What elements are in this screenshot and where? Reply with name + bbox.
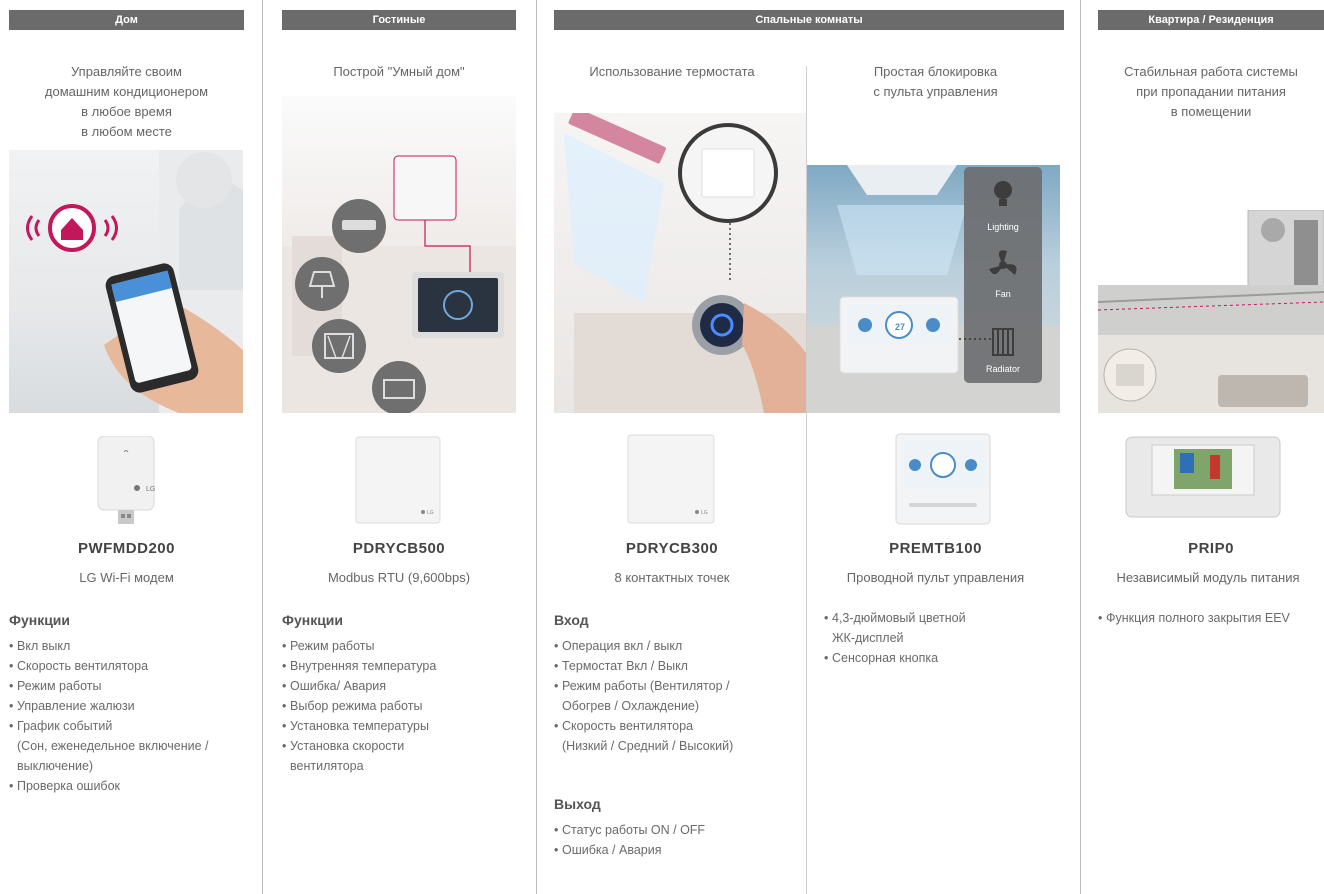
intro-text: Стабильная работа системы при пропадании…	[1124, 64, 1298, 119]
column-header: Гостиные	[282, 10, 516, 30]
column-divider	[536, 0, 537, 894]
features-list: Режим работы Внутренняя температура Ошиб…	[282, 636, 522, 776]
dry-contact-module-image: LG	[627, 434, 715, 524]
product-code: PRIP0	[1188, 540, 1234, 557]
input-list: Операция вкл / выкл Термостат Вкл / Выкл…	[554, 636, 804, 756]
list-item: Установка скорости вентилятора	[282, 736, 522, 776]
product-description: Modbus RTU (9,600bps)	[327, 570, 471, 585]
apartment-scene-image	[1098, 210, 1324, 413]
product-code: PDRYCB500	[352, 540, 446, 557]
air-conditioner-icon	[332, 199, 386, 253]
product-code: PWFMDD200	[77, 540, 175, 557]
product-description: Проводной пульт управления	[846, 570, 1025, 585]
intro-text: Построй "Умный дом"	[333, 64, 465, 79]
product-description: Независимый модуль питания	[1116, 570, 1300, 585]
output-list: Статус работы ON / OFF Ошибка / Авария	[554, 820, 804, 860]
svg-text:LG: LG	[146, 486, 155, 493]
list-item: Режим работы	[9, 676, 259, 696]
list-item: Режим работы (Вентилятор / Обогрев / Охл…	[554, 676, 804, 716]
dry-contact-module-image: LG	[355, 436, 441, 524]
list-item: Управление жалюзи	[9, 696, 259, 716]
features-title: Функции	[9, 612, 71, 628]
column-header: Квартира / Резиденция	[1098, 10, 1324, 30]
list-item: Сенсорная кнопка	[824, 648, 1064, 668]
features-list: 4,3-дюймовый цветной ЖК-дисплей Сенсорна…	[824, 608, 1064, 668]
device-label-radiator: Radiator	[985, 364, 1021, 374]
power-module-image	[1124, 433, 1282, 521]
living-room-scene-image	[282, 96, 516, 413]
list-item: Скорость вентилятора (Низкий / Средний /…	[554, 716, 804, 756]
list-item: Вкл выкл	[9, 636, 259, 656]
list-item: Скорость вентилятора	[9, 656, 259, 676]
intro-text: Использование термостата	[589, 64, 755, 79]
product-description: 8 контактных точек	[614, 570, 730, 585]
column-header: Дом	[9, 10, 244, 30]
wired-remote-controller-image	[895, 433, 991, 525]
wifi-modem-product-image: LG	[96, 435, 156, 528]
intro-text: Простая блокировка с пульта управления	[873, 64, 998, 99]
column-divider	[1080, 0, 1081, 894]
home-scene-image	[9, 150, 243, 413]
list-item: 4,3-дюймовый цветной ЖК-дисплей	[824, 608, 1064, 648]
intro-text: Управляйте своим домашним кондиционером …	[44, 64, 209, 139]
input-title: Вход	[554, 612, 589, 628]
output-title: Выход	[554, 796, 601, 812]
curtain-icon	[312, 319, 366, 373]
column-divider	[262, 0, 263, 894]
product-description: LG Wi-Fi модем	[79, 570, 174, 585]
list-item: Ошибка / Авария	[554, 840, 804, 860]
features-title: Функции	[282, 612, 344, 628]
remote-lock-scene-image: Lighting Fan Radiator 27	[807, 165, 1060, 413]
list-item: Выбор режима работы	[282, 696, 522, 716]
controller-temperature: 27	[894, 322, 905, 332]
list-item: Ошибка/ Авария	[282, 676, 522, 696]
features-list: Функция полного закрытия EEV	[1098, 608, 1324, 628]
svg-text:LG: LG	[427, 510, 434, 516]
features-list: Вкл выкл Скорость вентилятора Режим рабо…	[9, 636, 259, 796]
list-item: Проверка ошибок	[9, 776, 259, 796]
smart-home-wifi-icon	[26, 204, 118, 252]
list-item: График событий (Сон, еженедельное включе…	[9, 716, 259, 776]
product-code: PDRYCB300	[625, 540, 719, 557]
product-code: PREMTB100	[889, 540, 982, 557]
thermostat-scene-image	[554, 113, 806, 413]
tv-icon	[372, 361, 426, 413]
device-label-lighting: Lighting	[987, 222, 1019, 232]
column-header: Спальные комнаты	[554, 10, 1064, 30]
list-item: Операция вкл / выкл	[554, 636, 804, 656]
list-item: Режим работы	[282, 636, 522, 656]
device-label-fan: Fan	[995, 289, 1011, 299]
list-item: Термостат Вкл / Выкл	[554, 656, 804, 676]
list-item: Внутренняя температура	[282, 656, 522, 676]
list-item: Установка температуры	[282, 716, 522, 736]
list-item: Функция полного закрытия EEV	[1098, 608, 1324, 628]
svg-text:LG: LG	[701, 510, 708, 516]
lamp-icon	[295, 257, 349, 311]
list-item: Статус работы ON / OFF	[554, 820, 804, 840]
